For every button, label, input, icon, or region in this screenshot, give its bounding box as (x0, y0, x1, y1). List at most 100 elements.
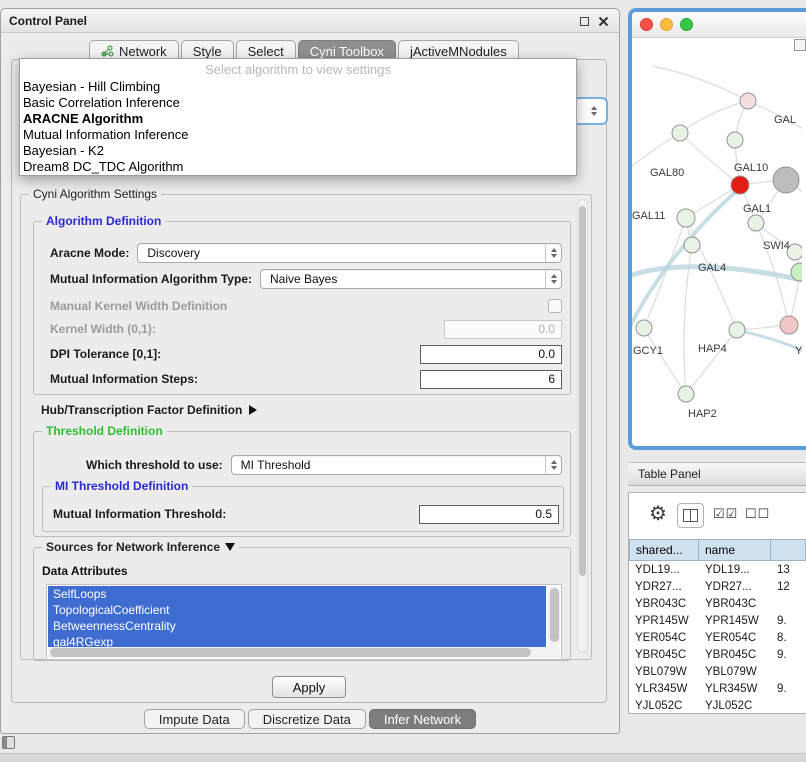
column-header-partial[interactable] (771, 539, 806, 561)
settings-vertical-scrollbar[interactable] (577, 199, 588, 653)
table-row[interactable]: YDR27... YDR27... 12 (629, 578, 806, 595)
kernel-width-input[interactable]: 0.0 (444, 320, 562, 339)
table-cell: YBR045C (629, 646, 699, 663)
algorithm-combobox[interactable] (572, 97, 608, 125)
column-manager-button[interactable] (677, 503, 704, 528)
table-cell (771, 595, 806, 612)
network-node[interactable] (684, 237, 700, 253)
dpi-tolerance-row: DPI Tolerance [0,1]: 0.0 (50, 343, 562, 365)
tab-label: jActiveMNodules (410, 44, 507, 59)
dropdown-item[interactable]: Bayesian - Hill Climbing (20, 79, 576, 95)
network-node[interactable] (636, 320, 652, 336)
table-cell: YJL052C (629, 697, 699, 714)
combo-arrows-icon (586, 99, 602, 123)
collapsed-panel-icon[interactable] (2, 736, 15, 749)
table-cell: YLR345W (699, 680, 771, 697)
deselect-all-icon[interactable]: ☐☐ (745, 506, 770, 522)
manual-kernel-label: Manual Kernel Width Definition (50, 299, 227, 313)
table-cell: YJL052C (699, 697, 771, 714)
column-header-name[interactable]: name (699, 539, 771, 561)
manual-kernel-row: Manual Kernel Width Definition (50, 298, 562, 314)
list-item[interactable]: BetweennessCentrality (48, 618, 546, 634)
network-node[interactable] (773, 167, 799, 193)
table-body: YDL19... YDL19... 13 YDR27... YDR27... 1… (629, 561, 806, 714)
dropdown-item-selected[interactable]: ARACNE Algorithm (20, 111, 576, 127)
dropdown-item[interactable]: Dream8 DC_TDC Algorithm (20, 159, 576, 175)
hub-transcription-factor-section[interactable]: Hub/Transcription Factor Definition (41, 401, 257, 419)
tab-discretize-data[interactable]: Discretize Data (248, 709, 366, 729)
mi-steps-input[interactable]: 6 (420, 370, 562, 389)
table-cell (771, 663, 806, 680)
kernel-width-label: Kernel Width (0,1): (50, 322, 156, 336)
table-row[interactable]: YPR145W YPR145W 9. (629, 612, 806, 629)
which-threshold-row: Which threshold to use: MI Threshold (86, 454, 562, 476)
table-row[interactable]: YJL052C YJL052C (629, 697, 806, 714)
aracne-mode-select[interactable]: Discovery (137, 243, 562, 263)
network-node[interactable] (672, 125, 688, 141)
which-threshold-select[interactable]: MI Threshold (231, 455, 562, 475)
table-cell: 8. (771, 629, 806, 646)
network-node[interactable] (727, 132, 743, 148)
scrollbar-thumb[interactable] (50, 648, 531, 657)
algorithm-dropdown-popup: Select algorithm to view settings Bayesi… (19, 58, 577, 176)
close-traffic-light-icon[interactable] (640, 18, 653, 31)
birdseye-view-icon[interactable] (794, 39, 806, 51)
table-row[interactable]: YLR345W YLR345W 9. (629, 680, 806, 697)
dropdown-item[interactable]: Basic Correlation Inference (20, 95, 576, 111)
table-row[interactable]: YBL079W YBL079W (629, 663, 806, 680)
tab-infer-network[interactable]: Infer Network (369, 709, 476, 729)
network-node[interactable] (729, 322, 745, 338)
network-node[interactable] (780, 316, 798, 334)
float-window-icon[interactable] (580, 17, 589, 26)
table-cell: 13 (771, 561, 806, 578)
column-header-shared-name[interactable]: shared... (629, 539, 699, 561)
network-node[interactable] (748, 215, 764, 231)
sources-title-row[interactable]: Sources for Network Inference (42, 540, 239, 554)
mi-algorithm-type-select[interactable]: Naive Bayes (260, 269, 562, 289)
window-title: Control Panel (9, 14, 87, 28)
combo-arrows-icon (545, 456, 561, 474)
table-row[interactable]: YBR043C YBR043C (629, 595, 806, 612)
network-canvas[interactable]: GAL GAL80 GAL10 GAL1 GAL11 SWI4 GAL4 GCY… (632, 38, 806, 445)
network-node-selected-red[interactable] (731, 176, 749, 194)
dropdown-item[interactable]: Mutual Information Inference (20, 127, 576, 143)
close-icon[interactable] (598, 16, 609, 27)
zoom-traffic-light-icon[interactable] (680, 18, 693, 31)
mi-threshold-row: Mutual Information Threshold: 0.5 (53, 503, 559, 525)
tab-impute-data[interactable]: Impute Data (144, 709, 245, 729)
dropdown-item[interactable]: Bayesian - K2 (20, 143, 576, 159)
table-panel-header[interactable]: Table Panel (628, 462, 806, 486)
cyni-bottom-tabs: Impute Data Discretize Data Infer Networ… (1, 709, 619, 729)
table-cell (771, 697, 806, 714)
scrollbar-thumb[interactable] (579, 206, 586, 576)
combo-arrows-icon (545, 244, 561, 262)
manual-kernel-checkbox[interactable] (548, 299, 562, 313)
table-row[interactable]: YER054C YER054C 8. (629, 629, 806, 646)
tab-label: Select (248, 44, 284, 59)
list-horizontal-scrollbar[interactable] (48, 647, 560, 658)
list-vertical-scrollbar[interactable] (548, 586, 560, 648)
scrollbar-thumb[interactable] (550, 588, 559, 642)
network-window-titlebar[interactable] (632, 12, 806, 38)
network-node[interactable] (678, 386, 694, 402)
table-cell: YDL19... (629, 561, 699, 578)
minimize-traffic-light-icon[interactable] (660, 18, 673, 31)
select-all-icon[interactable]: ☑☑ (713, 506, 738, 522)
table-row[interactable]: YBR045C YBR045C 9. (629, 646, 806, 663)
node-label: HAP4 (698, 343, 727, 355)
list-item[interactable]: SelfLoops (48, 586, 546, 602)
table-header-row: shared... name (629, 539, 806, 561)
table-cell: YBL079W (699, 663, 771, 680)
apply-button[interactable]: Apply (272, 676, 346, 698)
mi-threshold-label: Mutual Information Threshold: (53, 507, 226, 521)
network-node[interactable] (677, 209, 695, 227)
network-node[interactable] (740, 93, 756, 109)
mi-steps-label: Mutual Information Steps: (50, 372, 198, 386)
table-row[interactable]: YDL19... YDL19... 13 (629, 561, 806, 578)
control-panel-titlebar[interactable]: Control Panel (1, 9, 619, 33)
dpi-tolerance-input[interactable]: 0.0 (420, 345, 562, 364)
list-item[interactable]: TopologicalCoefficient (48, 602, 546, 618)
mi-threshold-input[interactable]: 0.5 (419, 505, 559, 524)
table-cell: 9. (771, 680, 806, 697)
gear-icon[interactable]: ⚙ (649, 502, 667, 526)
